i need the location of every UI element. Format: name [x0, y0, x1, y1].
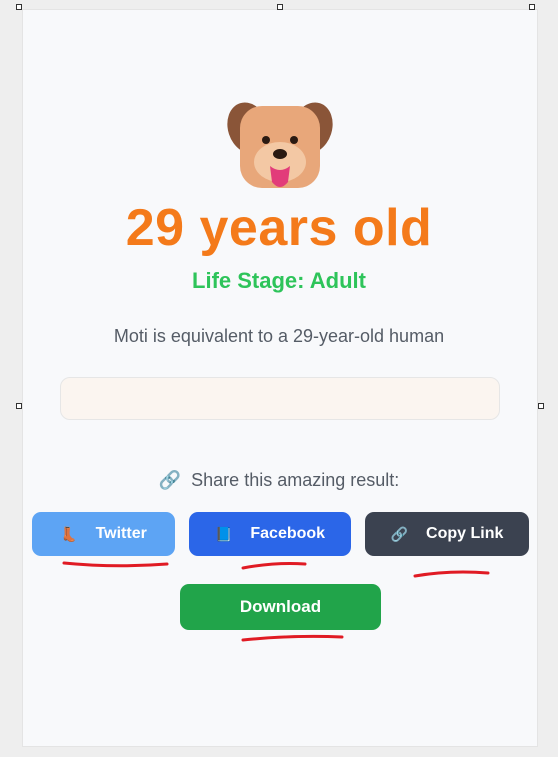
- equivalent-text: Moti is equivalent to a 29-year-old huma…: [113, 326, 445, 346]
- twitter-label: Twitter: [95, 525, 147, 542]
- resize-handle-top-left[interactable]: [16, 4, 22, 10]
- age-result: 29 years old: [125, 199, 433, 257]
- resize-handle-middle-left[interactable]: [16, 403, 22, 409]
- facebook-share-button[interactable]: 📘 Facebook: [189, 512, 351, 556]
- share-prompt-text: Share this amazing result:: [191, 470, 400, 490]
- life-stage-label: Life Stage: Adult: [192, 268, 366, 293]
- download-button[interactable]: Download: [180, 584, 381, 630]
- book-icon: 📘: [214, 525, 233, 542]
- result-bar: [60, 377, 500, 420]
- resize-handle-top-center[interactable]: [277, 4, 283, 10]
- boot-icon: 👢: [60, 525, 78, 542]
- download-label: Download: [239, 597, 322, 616]
- share-prompt: 🔗 Share this amazing result:: [0, 470, 558, 491]
- link-icon: 🔗: [390, 525, 409, 542]
- copy-link-button[interactable]: 🔗 Copy Link: [365, 512, 529, 556]
- copy-link-label: Copy Link: [426, 525, 504, 542]
- resize-handle-top-right[interactable]: [529, 4, 535, 10]
- facebook-label: Facebook: [250, 525, 326, 542]
- twitter-share-button[interactable]: 👢 Twitter: [32, 512, 175, 556]
- link-icon: 🔗: [158, 470, 182, 490]
- dog-face-icon: [227, 102, 333, 188]
- resize-handle-middle-right[interactable]: [538, 403, 544, 409]
